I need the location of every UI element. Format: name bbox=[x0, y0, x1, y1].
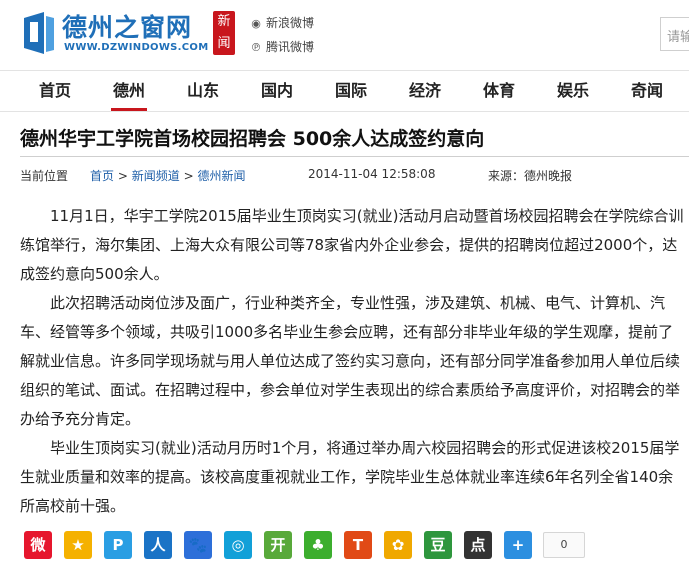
nav-item-economy[interactable]: 经济 bbox=[395, 71, 455, 111]
nav-item-sports[interactable]: 体育 bbox=[469, 71, 529, 111]
nav-item-entertainment[interactable]: 娱乐 bbox=[543, 71, 603, 111]
nav-item-international[interactable]: 国际 bbox=[321, 71, 381, 111]
clover-share-icon[interactable]: ♣ bbox=[304, 531, 332, 559]
tencent-weibo-link[interactable]: ℗ 腾讯微博 bbox=[249, 38, 315, 55]
logo-window-icon[interactable] bbox=[22, 10, 56, 56]
publish-datetime: 2014-11-04 12:58:08 bbox=[308, 167, 436, 181]
logo-text[interactable]: 德州之窗网 bbox=[62, 8, 192, 44]
weibo-label: 新浪微博 bbox=[266, 16, 315, 30]
site-header: 德州之窗网 WWW.DZWINDOWS.COM 新闻 ◉ 新浪微博 ℗ 腾讯微博 请… bbox=[0, 0, 689, 70]
news-badge: 新闻 bbox=[213, 11, 235, 55]
breadcrumb-home[interactable]: 首页 bbox=[90, 169, 114, 183]
sina-weibo-link[interactable]: ◉ 新浪微博 bbox=[249, 14, 314, 31]
article-title: 德州华宇工学院首场校园招聘会 500余人达成签约意向 bbox=[20, 128, 485, 150]
nav-item-dezhou[interactable]: 德州 bbox=[99, 71, 159, 111]
sina-weibo-share-icon[interactable]: 微 bbox=[24, 531, 52, 559]
tencent-weibo-share-icon[interactable]: P bbox=[104, 531, 132, 559]
nav-item-home[interactable]: 首页 bbox=[25, 71, 85, 111]
diandian-share-icon[interactable]: 点 bbox=[464, 531, 492, 559]
location-label: 当前位置 bbox=[20, 169, 69, 183]
breadcrumb-sep: > bbox=[183, 169, 194, 183]
article-source: 来源：德州晚报 bbox=[488, 169, 573, 183]
qzone-share-icon[interactable]: ★ bbox=[64, 531, 92, 559]
paragraph: 此次招聘活动岗位涉及面广，行业种类齐全，专业性强，涉及建筑、机械、电气、计算机、… bbox=[20, 294, 681, 428]
more-share-icon[interactable]: + bbox=[504, 531, 532, 559]
breadcrumb-dezhou-news[interactable]: 德州新闻 bbox=[197, 169, 245, 183]
share-count: 0 bbox=[543, 532, 585, 558]
breadcrumb: 首页 > 新闻频道 > 德州新闻 bbox=[90, 167, 245, 184]
sohu-share-icon[interactable]: ◎ bbox=[224, 531, 252, 559]
article-body: 11月1日，华宇工学院2015届毕业生顶岗实习(就业)活动月启动暨首场校园招聘会… bbox=[20, 202, 688, 521]
logo-url: WWW.DZWINDOWS.COM bbox=[64, 42, 209, 53]
nav-item-domestic[interactable]: 国内 bbox=[247, 71, 307, 111]
tencent-weibo-icon: ℗ bbox=[250, 41, 262, 54]
nav-item-oddities[interactable]: 奇闻 bbox=[617, 71, 677, 111]
breadcrumb-sep: > bbox=[117, 169, 128, 183]
baidu-share-icon[interactable]: 🐾 bbox=[184, 531, 212, 559]
tencent-label: 腾讯微博 bbox=[266, 40, 315, 54]
breadcrumb-news-channel[interactable]: 新闻频道 bbox=[132, 169, 180, 183]
paragraph: 11月1日，华宇工学院2015届毕业生顶岗实习(就业)活动月启动暨首场校园招聘会… bbox=[20, 207, 684, 283]
kaixin-share-icon[interactable]: 开 bbox=[264, 531, 292, 559]
pengyou-share-icon[interactable]: ✿ bbox=[384, 531, 412, 559]
weibo-eye-icon: ◉ bbox=[251, 17, 261, 30]
tianya-share-icon[interactable]: T bbox=[344, 531, 372, 559]
paragraph: 毕业生顶岗实习(就业)活动月历时1个月，将通过举办周六校园招聘会的形式促进该校2… bbox=[20, 439, 680, 515]
title-divider bbox=[20, 156, 689, 157]
nav-item-shandong[interactable]: 山东 bbox=[173, 71, 233, 111]
douban-share-icon[interactable]: 豆 bbox=[424, 531, 452, 559]
main-nav: 首页 德州 山东 国内 国际 经济 体育 娱乐 奇闻 bbox=[0, 70, 689, 112]
search-input[interactable]: 请输 bbox=[660, 17, 689, 51]
renren-share-icon[interactable]: 人 bbox=[144, 531, 172, 559]
